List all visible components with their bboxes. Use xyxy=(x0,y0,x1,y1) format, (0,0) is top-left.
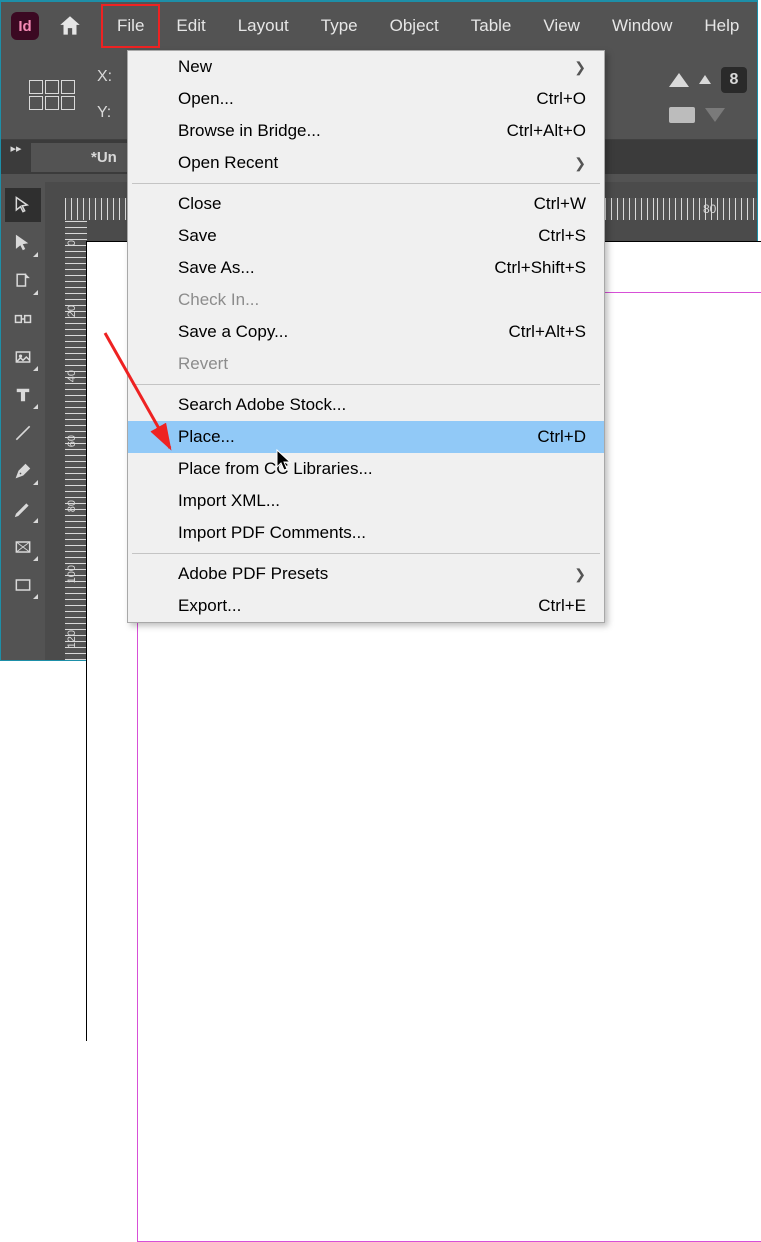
menu-item-save[interactable]: Save Ctrl+S xyxy=(128,220,604,252)
rectangle-tool[interactable] xyxy=(5,568,41,602)
menu-item-open-recent[interactable]: Open Recent ❯ xyxy=(128,147,604,179)
ruler-tick-label: 40 xyxy=(66,370,78,382)
menu-separator xyxy=(132,384,600,385)
chevron-right-icon: ❯ xyxy=(574,59,586,76)
menu-item-place[interactable]: Place...Ctrl+D xyxy=(128,421,604,453)
menu-item-label: Check In... xyxy=(178,290,259,310)
app-icon[interactable]: Id xyxy=(11,12,39,40)
menu-item-check-in: Check In... xyxy=(128,284,604,316)
gap-tool[interactable] xyxy=(5,302,41,336)
menu-item-label: Search Adobe Stock... xyxy=(178,395,346,415)
menu-separator xyxy=(132,183,600,184)
chevron-right-icon: ❯ xyxy=(574,155,586,172)
file-menu-dropdown: New ❯ Open... Ctrl+O Browse in Bridge... Ctrl… xyxy=(127,50,605,623)
menu-item-import-xml[interactable]: Import XML... xyxy=(128,485,604,517)
ruler-tick-label: 80 xyxy=(703,202,716,216)
app-icon-label: Id xyxy=(18,18,31,35)
menu-item-label: New xyxy=(178,57,212,77)
ruler-tick-label: 120 xyxy=(66,630,78,648)
ruler-tick-label: 60 xyxy=(66,435,78,447)
menu-view[interactable]: View xyxy=(527,4,596,48)
pencil-tool[interactable] xyxy=(5,492,41,526)
type-tool[interactable] xyxy=(5,378,41,412)
home-icon[interactable] xyxy=(57,13,83,39)
menu-item-shortcut: Ctrl+Alt+O xyxy=(507,121,586,141)
menu-window[interactable]: Window xyxy=(596,4,688,48)
xy-labels: X: Y: xyxy=(97,68,112,122)
tools-panel xyxy=(1,182,45,602)
pen-tool[interactable] xyxy=(5,454,41,488)
chevron-right-icon: ❯ xyxy=(574,566,586,583)
menu-item-shortcut: Ctrl+E xyxy=(538,596,586,616)
clip-badge[interactable]: 8 xyxy=(721,67,747,93)
page-tool[interactable] xyxy=(5,264,41,298)
rectangle-frame-tool[interactable] xyxy=(5,530,41,564)
menu-layout[interactable]: Layout xyxy=(222,4,305,48)
warning-icon[interactable] xyxy=(669,73,689,87)
menu-item-save-a-copy[interactable]: Save a Copy... Ctrl+Alt+S xyxy=(128,316,604,348)
panel-expand-handle[interactable]: ▸▸ xyxy=(1,140,31,174)
menu-item-revert: Revert xyxy=(128,348,604,380)
direct-selection-tool[interactable] xyxy=(5,226,41,260)
x-label: X: xyxy=(97,68,112,86)
swatch-box[interactable] xyxy=(669,107,695,123)
menu-item-adobe-pdf-presets[interactable]: Adobe PDF Presets ❯ xyxy=(128,558,604,590)
menu-item-label: Export... xyxy=(178,596,241,616)
menu-type[interactable]: Type xyxy=(305,4,374,48)
ruler-tick-label: 80 xyxy=(66,500,78,512)
dropdown-arrow-icon[interactable] xyxy=(705,108,725,122)
menu-item-label: Import XML... xyxy=(178,491,280,511)
menu-item-open[interactable]: Open... Ctrl+O xyxy=(128,83,604,115)
menu-item-place-from-cc-libraries[interactable]: Place from CC Libraries... xyxy=(128,453,604,485)
menu-item-new[interactable]: New ❯ xyxy=(128,51,604,83)
menu-item-search-adobe-stock[interactable]: Search Adobe Stock... xyxy=(128,389,604,421)
menu-item-label: Browse in Bridge... xyxy=(178,121,321,141)
menu-item-close[interactable]: Close Ctrl+W xyxy=(128,188,604,220)
y-label: Y: xyxy=(97,104,112,122)
menu-item-shortcut: Ctrl+O xyxy=(536,89,586,109)
menu-item-label: Import PDF Comments... xyxy=(178,523,366,543)
warning-icon-small[interactable] xyxy=(699,75,711,84)
menu-item-shortcut: Ctrl+Shift+S xyxy=(494,258,586,278)
arrow-annotation xyxy=(100,328,190,468)
menu-item-label: Save As... xyxy=(178,258,255,278)
cursor-pointer-icon xyxy=(276,449,296,473)
selection-tool[interactable] xyxy=(5,188,41,222)
options-bar-right: 8 xyxy=(669,50,747,139)
menu-object[interactable]: Object xyxy=(374,4,455,48)
menu-item-shortcut: Ctrl+W xyxy=(534,194,586,214)
menu-edit[interactable]: Edit xyxy=(160,4,221,48)
menu-item-label: Open... xyxy=(178,89,234,109)
menu-item-label: Adobe PDF Presets xyxy=(178,564,328,584)
menu-item-label: Save xyxy=(178,226,217,246)
menu-item-shortcut: Ctrl+S xyxy=(538,226,586,246)
menu-item-shortcut: Ctrl+Alt+S xyxy=(509,322,586,342)
menu-separator xyxy=(132,553,600,554)
ruler-tick-label: 20 xyxy=(66,305,78,317)
menu-item-label: Save a Copy... xyxy=(178,322,288,342)
menu-item-export[interactable]: Export... Ctrl+E xyxy=(128,590,604,622)
menu-table[interactable]: Table xyxy=(455,4,528,48)
content-collector-tool[interactable] xyxy=(5,340,41,374)
line-tool[interactable] xyxy=(5,416,41,450)
menu-file[interactable]: File xyxy=(101,4,160,48)
reference-point-grid[interactable] xyxy=(29,80,75,110)
ruler-tick-label: 100 xyxy=(66,565,78,583)
menubar: Id FileEditLayoutTypeObjectTableViewWind… xyxy=(1,2,757,50)
menu-item-label: Close xyxy=(178,194,221,214)
menu-item-save-as[interactable]: Save As... Ctrl+Shift+S xyxy=(128,252,604,284)
menu-help[interactable]: Help xyxy=(688,4,755,48)
vertical-ruler[interactable]: 0 20 40 60 80 100 120 xyxy=(65,220,87,660)
ruler-tick-label: 0 xyxy=(66,240,78,246)
menu-item-label: Open Recent xyxy=(178,153,278,173)
menu-item-import-pdf-comments[interactable]: Import PDF Comments... xyxy=(128,517,604,549)
horizontal-ruler-end: 80 xyxy=(657,198,757,220)
menu-item-shortcut: Ctrl+D xyxy=(537,427,586,447)
menu-item-browse-in-bridge[interactable]: Browse in Bridge... Ctrl+Alt+O xyxy=(128,115,604,147)
